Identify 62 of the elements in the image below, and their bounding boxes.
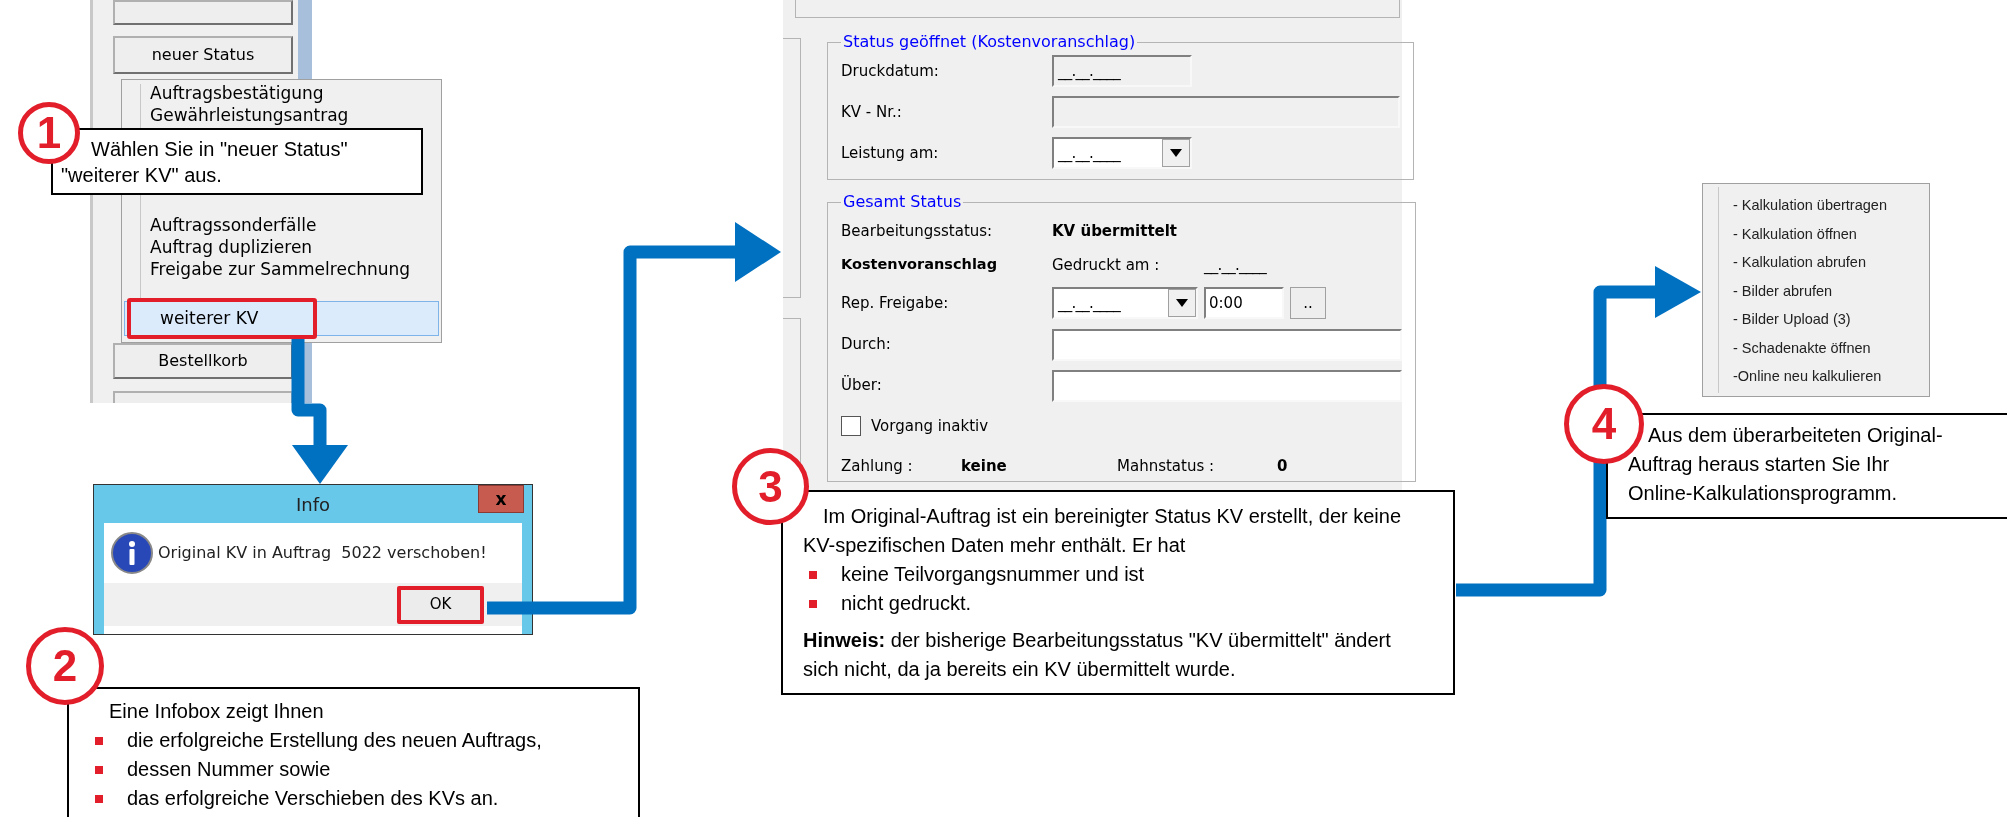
menu-item[interactable]: - Kalkulation übertragen <box>1733 192 1929 221</box>
bullet-icon <box>95 794 103 803</box>
input-field[interactable] <box>1052 369 1402 402</box>
field-label: Über: <box>841 374 883 397</box>
menu-item[interactable]: - Bilder Upload (3) <box>1733 306 1929 335</box>
input-field[interactable] <box>1052 96 1400 128</box>
menu-item[interactable]: Gewährleistungsantrag <box>122 104 441 126</box>
field-label: Zahlung : <box>841 455 914 477</box>
menu-item[interactable]: - Schadenakte öffnen <box>1733 334 1929 363</box>
printed-date: __.__.____ <box>1204 254 1267 277</box>
toolbar-button[interactable] <box>113 0 293 25</box>
menu-item[interactable]: - Kalkulation öffnen <box>1733 220 1929 249</box>
bullet-text: das erfolgreiche Verschieben des KVs an. <box>127 786 499 811</box>
bullet-text: die erfolgreiche Erstellung des neuen Auftrags, <box>127 728 542 753</box>
checkbox-label: Vorgang inaktiv <box>871 415 989 437</box>
callout-text: Eine Infobox zeigt Ihnen <box>108 699 325 724</box>
cart-button[interactable]: Bestellkorb <box>113 343 293 379</box>
menu-item[interactable]: Auftrag duplizieren <box>122 236 441 258</box>
date-field[interactable]: __.__.____ <box>1052 55 1192 87</box>
field-label: Rep. Freigabe: <box>841 292 950 314</box>
bullet-icon <box>809 570 817 579</box>
payment-value: keine <box>961 455 1008 477</box>
date-dropdown[interactable]: __.__.____ <box>1052 137 1192 169</box>
status-value: KV übermittelt <box>1052 220 1178 242</box>
menu-item[interactable]: Auftragsbestätigung <box>122 82 441 104</box>
menu-item[interactable]: -Online neu kalkulieren <box>1733 363 1929 392</box>
bullet-text: dessen Nummer sowie <box>127 757 331 782</box>
section-label: Kostenvoranschlag <box>841 255 999 275</box>
field-label: Mahnstatus : <box>1117 455 1216 477</box>
step-number: 2 <box>26 627 104 705</box>
input-field[interactable] <box>1052 328 1402 361</box>
field-label: KV - Nr.: <box>841 101 903 123</box>
close-button[interactable]: x <box>478 485 524 513</box>
field-label: Druckdatum: <box>841 60 940 82</box>
group-title: Status geöffnet (Kostenvoranschlag) <box>842 31 1137 53</box>
dialog-message: Original KV in Auftrag 5022 verschoben! <box>158 542 487 564</box>
field-label: Leistung am: <box>841 142 940 164</box>
menu-item[interactable]: Freigabe zur Sammelrechnung <box>122 258 441 280</box>
checkbox[interactable] <box>841 416 861 436</box>
field-label: Gedruckt am : <box>1052 254 1161 276</box>
bullet-text: keine Teilvorgangsnummer und ist <box>841 562 1145 587</box>
info-icon <box>110 531 154 575</box>
bullet-icon <box>809 599 817 608</box>
bullet-icon <box>95 736 103 745</box>
field-label: Bearbeitungsstatus: <box>841 220 994 242</box>
menu-item[interactable]: Auftragssonderfälle <box>122 214 441 236</box>
ok-button[interactable]: OK <box>397 585 484 624</box>
callout-note: Hinweis: der bisherige Bearbeitungsstatus "KV übermittelt" ändert sich nicht, da ja bereits ein KV übermittelt wurde. <box>803 628 1392 682</box>
bullet-icon <box>95 765 103 774</box>
more-button[interactable]: .. <box>1290 287 1326 319</box>
menu-item[interactable]: - Bilder abrufen <box>1733 277 1929 306</box>
group-title: Gesamt Status <box>842 191 963 213</box>
step-number: 1 <box>18 102 80 164</box>
date-dropdown[interactable]: __.__.____ <box>1052 287 1198 319</box>
status-button[interactable]: neuer Status <box>113 36 293 74</box>
field-label: Durch: <box>841 334 892 356</box>
time-field[interactable]: 0:00 <box>1204 287 1284 319</box>
menu-item[interactable]: - Kalkulation abrufen <box>1733 249 1929 278</box>
menu-item[interactable]: weiterer KV <box>124 301 439 336</box>
dunning-value: 0 <box>1277 455 1288 477</box>
bullet-text: nicht gedruckt. <box>841 591 972 616</box>
dialog-title: Info <box>295 492 331 517</box>
